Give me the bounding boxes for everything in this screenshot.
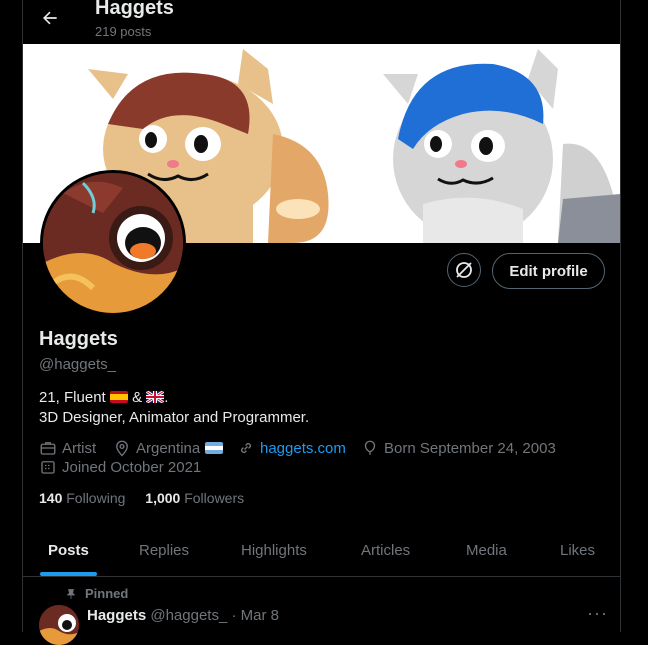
tab-media[interactable]: Media bbox=[466, 542, 507, 559]
followers-link[interactable]: 1,000 Followers bbox=[145, 490, 244, 506]
tab-replies[interactable]: Replies bbox=[139, 542, 189, 559]
pin-icon bbox=[66, 588, 76, 599]
post-header: Haggets @haggets_ · Mar 8 bbox=[87, 607, 279, 624]
followers-label: Followers bbox=[184, 490, 245, 506]
argentina-flag-icon bbox=[205, 442, 224, 454]
tab-highlights[interactable]: Highlights bbox=[241, 542, 307, 559]
uk-flag-icon bbox=[146, 391, 165, 403]
active-tab-indicator bbox=[40, 572, 97, 576]
post-date[interactable]: Mar 8 bbox=[241, 607, 279, 624]
balloon-icon bbox=[364, 440, 376, 455]
location-text: Argentina bbox=[136, 439, 201, 457]
profile-name: Haggets bbox=[39, 328, 118, 350]
profile-avatar[interactable] bbox=[40, 170, 186, 316]
profile-handle: @haggets_ bbox=[39, 356, 116, 373]
spain-flag-icon bbox=[109, 391, 128, 403]
profile-website[interactable]: haggets.com bbox=[237, 439, 346, 457]
website-link[interactable]: haggets.com bbox=[260, 440, 346, 457]
following-link[interactable]: 140 Following bbox=[39, 490, 129, 506]
tab-likes[interactable]: Likes bbox=[560, 542, 595, 559]
following-label: Following bbox=[66, 490, 126, 506]
avatar-image bbox=[43, 173, 183, 313]
profile-tabs: Posts Replies Highlights Articles Media … bbox=[23, 528, 620, 577]
avatar-image bbox=[39, 605, 79, 645]
more-options-icon[interactable]: ··· bbox=[587, 603, 608, 624]
birthday-text: Born September 24, 2003 bbox=[384, 439, 556, 457]
post-author-avatar[interactable] bbox=[39, 605, 79, 645]
top-bar: Haggets 219 posts bbox=[23, 0, 620, 44]
edit-profile-button[interactable]: Edit profile bbox=[492, 253, 605, 289]
profile-joined: Joined October 2021 bbox=[39, 458, 201, 476]
following-count: 140 bbox=[39, 490, 63, 506]
profile-location: Argentina bbox=[113, 439, 224, 457]
back-arrow-icon[interactable] bbox=[37, 8, 63, 28]
joined-text: Joined October 2021 bbox=[62, 458, 202, 476]
header-title: Haggets bbox=[95, 0, 174, 19]
bio-line-1: 21, Fluent & . bbox=[39, 388, 309, 408]
post-author-name[interactable]: Haggets bbox=[87, 607, 146, 624]
profile-bio: 21, Fluent & . 3D Designer, Animator and… bbox=[39, 388, 309, 428]
bio-text: & bbox=[132, 389, 143, 406]
profile-category: Artist bbox=[39, 439, 96, 457]
post-separator: · bbox=[231, 607, 237, 624]
briefcase-icon bbox=[40, 442, 56, 455]
profile-stats: 140 Following 1,000 Followers bbox=[39, 490, 244, 506]
location-pin-icon bbox=[116, 440, 128, 457]
no-notifications-icon bbox=[456, 262, 472, 278]
pinned-text: Pinned bbox=[85, 586, 129, 601]
bio-line-2: 3D Designer, Animator and Programmer. bbox=[39, 409, 310, 426]
post-author-handle[interactable]: @haggets_ bbox=[150, 607, 227, 624]
followers-count: 1,000 bbox=[145, 490, 181, 506]
tab-articles[interactable]: Articles bbox=[361, 542, 410, 559]
post-count: 219 posts bbox=[95, 24, 152, 39]
bio-text: 21, Fluent bbox=[39, 389, 106, 406]
tab-posts[interactable]: Posts bbox=[48, 542, 89, 559]
link-icon bbox=[240, 442, 252, 454]
bio-text: . bbox=[164, 389, 169, 406]
subscribe-toggle-button[interactable] bbox=[447, 253, 481, 287]
profile-birthday: Born September 24, 2003 bbox=[361, 439, 556, 457]
pinned-label: Pinned bbox=[65, 586, 128, 601]
calendar-icon bbox=[41, 461, 55, 474]
profile-column: Haggets 219 posts Edit profile Haggets @… bbox=[22, 0, 621, 645]
profile-job: Artist bbox=[62, 439, 97, 457]
